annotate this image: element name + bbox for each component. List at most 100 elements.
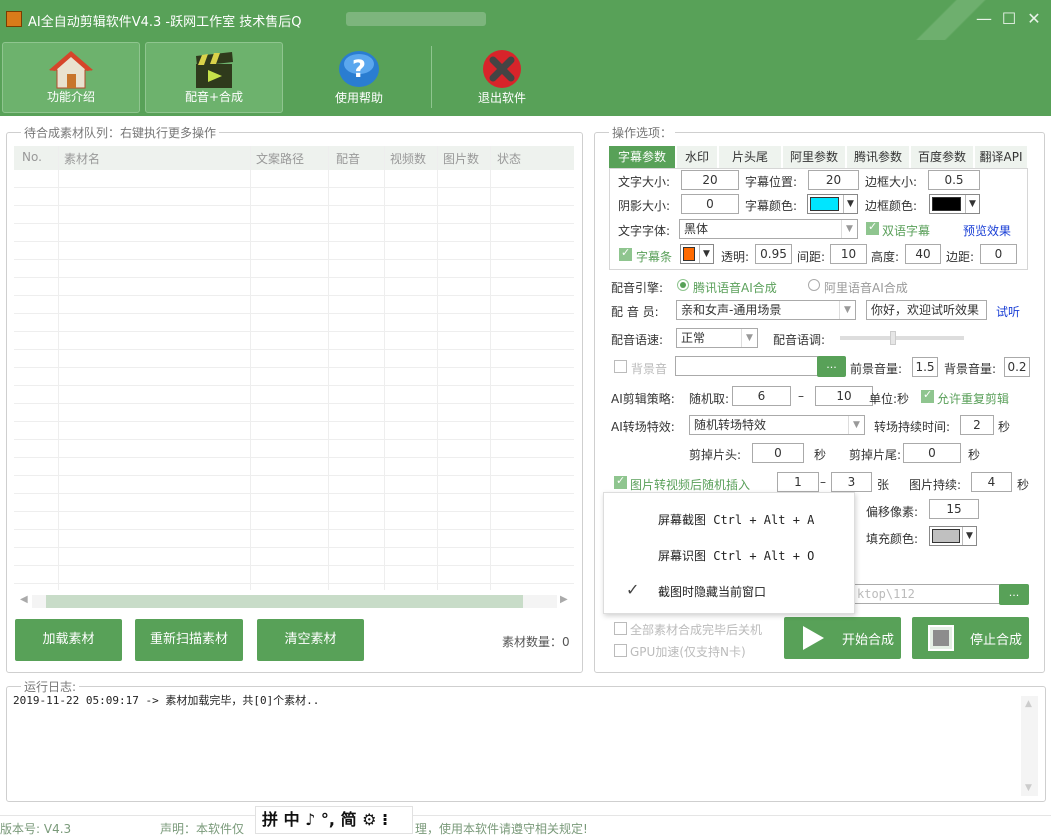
trim-tail-input[interactable]: 0 [903, 443, 961, 463]
spacing-label: 间距: [797, 250, 826, 264]
subtitle-position-input[interactable]: 20 [808, 170, 859, 190]
col-status[interactable]: 状态 [497, 150, 521, 167]
back-volume-input[interactable]: 0.2 [1004, 357, 1030, 377]
title-bar[interactable]: AI全自动剪辑软件V4.3 -跃网工作室 技术售后Q — ☐ ✕ [0, 0, 1051, 40]
random-take-label: 随机取: [689, 392, 730, 406]
image-duration-input[interactable]: 4 [971, 472, 1012, 492]
speaker-select[interactable]: 亲和女声-通用场景 ▼ [676, 300, 856, 320]
try-listen-link[interactable]: 试听 [996, 303, 1020, 320]
menu-item-hide-window[interactable]: ✓ 截图时隐藏当前窗口 [604, 574, 854, 608]
dub-compose-button[interactable]: 配音+合成 [145, 42, 283, 113]
border-size-input[interactable]: 0.5 [928, 170, 980, 190]
shutdown-checkbox[interactable] [614, 622, 627, 635]
tab-baidu-params[interactable]: 百度参数 [911, 146, 973, 168]
font-size-input[interactable]: 20 [681, 170, 739, 190]
col-name[interactable]: 素材名 [64, 150, 100, 167]
engine-tencent-radio[interactable] [677, 279, 689, 291]
output-path-input[interactable]: ktop\112 [852, 584, 1000, 604]
tab-ali-params[interactable]: 阿里参数 [783, 146, 845, 168]
subtitle-position-label: 字幕位置: [745, 175, 798, 189]
cut-to-input[interactable]: 10 [815, 386, 873, 406]
engine-ali-radio[interactable] [808, 279, 820, 291]
stop-compose-label: 停止合成 [970, 633, 1023, 648]
fill-color-picker[interactable]: ▼ [929, 526, 977, 546]
font-family-select[interactable]: 黑体 ▼ [679, 219, 858, 239]
col-no[interactable]: No. [22, 150, 42, 164]
tab-translate-api[interactable]: 翻译API [975, 146, 1027, 168]
material-count: 素材数量：0 [502, 635, 570, 649]
trim-head-input[interactable]: 0 [752, 443, 804, 463]
ime-toolbar[interactable]: 拼 中 ♪ °, 简 ⚙ ⁝ [255, 806, 413, 834]
tab-tencent-params[interactable]: 腾讯参数 [847, 146, 909, 168]
load-material-button[interactable]: 加载素材 [15, 619, 122, 661]
trim-head-label: 剪掉片头: [689, 448, 742, 462]
pitch-slider[interactable] [840, 331, 964, 345]
image-unit-label: 张 [877, 478, 890, 492]
maximize-button[interactable]: ☐ [999, 9, 1019, 28]
clear-material-button[interactable]: 清空素材 [257, 619, 364, 661]
speed-select[interactable]: 正常 ▼ [676, 328, 758, 348]
bar-color-picker[interactable]: ▼ [680, 244, 714, 264]
start-compose-label: 开始合成 [842, 633, 895, 648]
shutdown-label: 全部素材合成完毕后关机 [630, 623, 763, 637]
bgm-path-input[interactable] [675, 356, 818, 376]
col-divider [328, 146, 329, 590]
pitch-slider-knob[interactable] [890, 331, 896, 345]
help-button[interactable]: ? 使用帮助 [290, 42, 428, 113]
gpu-checkbox[interactable] [614, 644, 627, 657]
height-input[interactable]: 40 [905, 244, 941, 264]
shadow-size-input[interactable]: 0 [681, 194, 739, 214]
image-insert-checkbox[interactable] [614, 474, 627, 489]
offset-pixels-input[interactable]: 15 [929, 499, 979, 519]
scroll-right-icon[interactable]: ▶ [560, 594, 568, 605]
col-video-count[interactable]: 视频数 [390, 150, 426, 167]
scroll-down-icon[interactable]: ▼ [1025, 783, 1032, 793]
menu-item-screenshot[interactable]: 屏幕截图 Ctrl + Alt + A [604, 502, 854, 536]
tab-watermark[interactable]: 水印 [677, 146, 717, 168]
close-button[interactable]: ✕ [1024, 9, 1044, 28]
redacted-contact [346, 12, 486, 26]
exit-button[interactable]: 退出软件 [433, 42, 571, 113]
minimize-button[interactable]: — [974, 9, 994, 28]
preview-link[interactable]: 预览效果 [963, 222, 1011, 239]
log-vscrollbar[interactable]: ▲ ▼ [1021, 696, 1038, 796]
bilingual-checkbox[interactable] [866, 220, 879, 235]
exit-icon [480, 49, 524, 92]
col-image-count[interactable]: 图片数 [443, 150, 479, 167]
subtitle-color-label: 字幕颜色: [745, 199, 798, 213]
subtitle-bar-checkbox[interactable] [619, 246, 632, 261]
menu-item-label: 截图时隐藏当前窗口 [658, 585, 767, 599]
chevron-down-icon: ▼ [848, 416, 864, 434]
subtitle-color-picker[interactable]: ▼ [807, 194, 858, 214]
bgm-checkbox[interactable] [614, 360, 627, 373]
tab-intro-outro[interactable]: 片头尾 [719, 146, 781, 168]
stop-compose-button[interactable]: 停止合成 [912, 617, 1029, 659]
transition-duration-input[interactable]: 2 [960, 415, 994, 435]
scroll-left-icon[interactable]: ◀ [20, 594, 28, 605]
tab-subtitle[interactable]: 字幕参数 [609, 146, 675, 168]
output-browse-button[interactable]: ... [999, 584, 1029, 605]
bgm-browse-button[interactable]: ... [817, 356, 846, 377]
scroll-up-icon[interactable]: ▲ [1025, 699, 1032, 709]
col-divider [437, 146, 438, 590]
test-text-input[interactable]: 你好，欢迎试听效果 [866, 300, 987, 320]
margin-input[interactable]: 0 [980, 244, 1017, 264]
cut-from-input[interactable]: 6 [732, 386, 791, 406]
allow-repeat-checkbox[interactable] [921, 388, 934, 403]
start-compose-button[interactable]: 开始合成 [784, 617, 901, 659]
col-dub[interactable]: 配音 [336, 150, 360, 167]
queue-hscrollbar[interactable]: ◀ ▶ [14, 593, 574, 610]
image-from-input[interactable]: 1 [777, 472, 819, 492]
spacing-input[interactable]: 10 [830, 244, 867, 264]
menu-item-screen-recognize[interactable]: 屏幕识图 Ctrl + Alt + O [604, 538, 854, 572]
col-script-path[interactable]: 文案路径 [256, 150, 304, 167]
hscroll-thumb[interactable] [46, 595, 523, 608]
rescan-material-button[interactable]: 重新扫描素材 [135, 619, 243, 661]
border-color-picker[interactable]: ▼ [929, 194, 980, 214]
alpha-input[interactable]: 0.95 [755, 244, 792, 264]
image-to-input[interactable]: 3 [831, 472, 872, 492]
trim-head-sec: 秒 [814, 448, 827, 462]
transition-select[interactable]: 随机转场特效 ▼ [689, 415, 865, 435]
front-volume-input[interactable]: 1.5 [912, 357, 938, 377]
intro-button[interactable]: 功能介绍 [2, 42, 140, 113]
